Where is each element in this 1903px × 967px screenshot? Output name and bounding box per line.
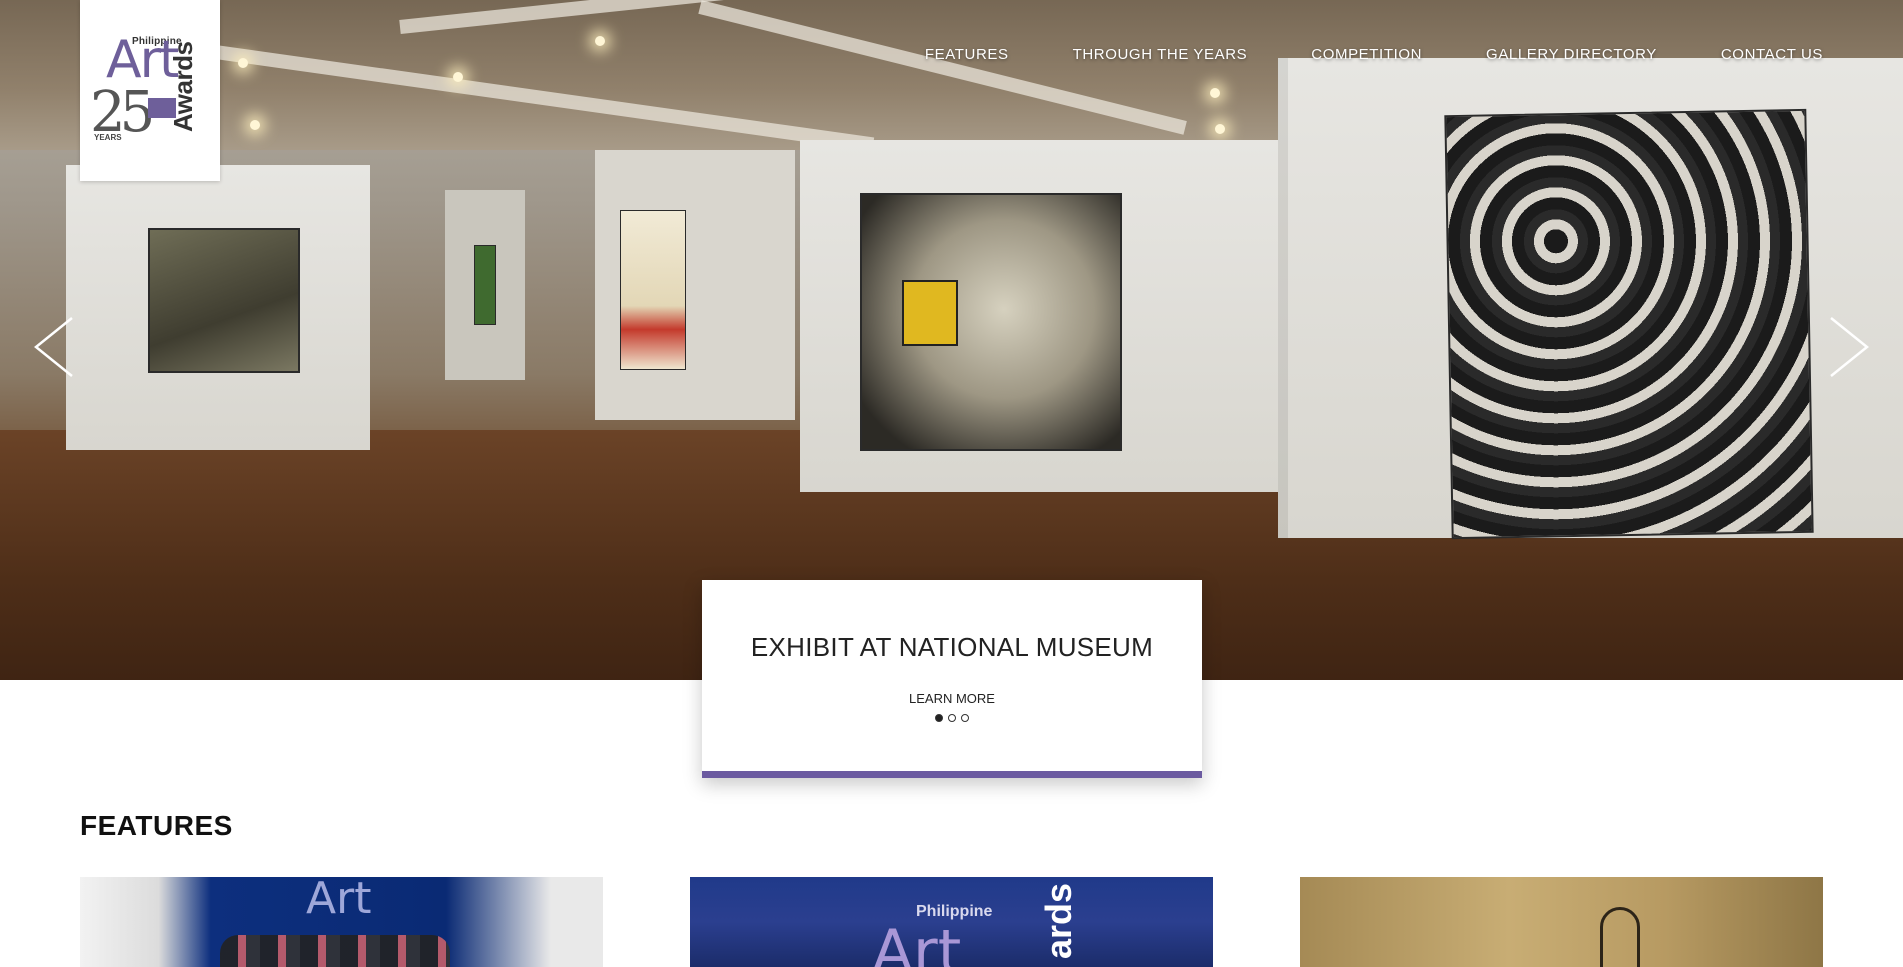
nav-item-through-the-years[interactable]: THROUGH THE YEARS: [1073, 46, 1248, 63]
feature-card-2-art-text: Art: [872, 917, 962, 967]
nav-item-gallery-directory[interactable]: GALLERY DIRECTORY: [1486, 46, 1657, 63]
nav-item-features[interactable]: FEATURES: [925, 46, 1009, 63]
artwork-faces-collage: [1444, 108, 1814, 540]
carousel-indicators: [702, 714, 1202, 722]
site-logo[interactable]: Philippine Art 25 YEARS Awards: [80, 0, 220, 181]
feature-card-1-art-text: Art: [306, 877, 372, 924]
group-photo-people: [220, 935, 450, 967]
ceiling-light: [453, 72, 463, 82]
feature-card-3-image[interactable]: [1300, 877, 1823, 967]
feature-card-2-awards-text: ards: [1038, 882, 1079, 959]
slide-title: EXHIBIT AT NATIONAL MUSEUM: [750, 632, 1154, 662]
slide-caption-card: EXHIBIT AT NATIONAL MUSEUM LEARN MORE: [702, 580, 1202, 778]
artwork-painting: [474, 245, 496, 325]
wall-shadow: [1278, 58, 1288, 538]
carousel-dot-1[interactable]: [935, 714, 943, 722]
ceiling-light: [1210, 88, 1220, 98]
yellow-camera-shape: [902, 280, 958, 346]
logo-years-text: YEARS: [94, 133, 122, 142]
ceiling-light: [250, 120, 260, 130]
learn-more-link[interactable]: LEARN MORE: [702, 691, 1202, 706]
ceiling-light: [595, 36, 605, 46]
features-heading: FEATURES: [80, 810, 233, 841]
chevron-left-icon: [34, 317, 73, 377]
main-nav: FEATURES THROUGH THE YEARS COMPETITION G…: [925, 46, 1823, 63]
artwork-painting: [148, 228, 300, 373]
nav-item-contact-us[interactable]: CONTACT US: [1721, 46, 1823, 63]
nav-item-competition[interactable]: COMPETITION: [1311, 46, 1422, 63]
ceiling-light: [1215, 124, 1225, 134]
artwork-painting: [620, 210, 686, 370]
feature-card-2-image[interactable]: Philippine Art ards: [690, 877, 1213, 967]
chevron-right-icon: [1830, 317, 1869, 377]
logo-awards-text: Awards: [168, 41, 198, 132]
carousel-prev-button[interactable]: [32, 316, 78, 378]
ceiling-light: [238, 58, 248, 68]
hero-carousel: Philippine Art 25 YEARS Awards FEATURES …: [0, 0, 1903, 680]
feature-card-1-image[interactable]: Art: [80, 877, 603, 967]
sculpture-cage-shape: [1600, 907, 1640, 967]
carousel-dot-3[interactable]: [961, 714, 969, 722]
caption-accent-bar: [702, 771, 1202, 778]
artwork-face-with-camera: [860, 193, 1122, 451]
carousel-next-button[interactable]: [1825, 316, 1871, 378]
carousel-dot-2[interactable]: [948, 714, 956, 722]
